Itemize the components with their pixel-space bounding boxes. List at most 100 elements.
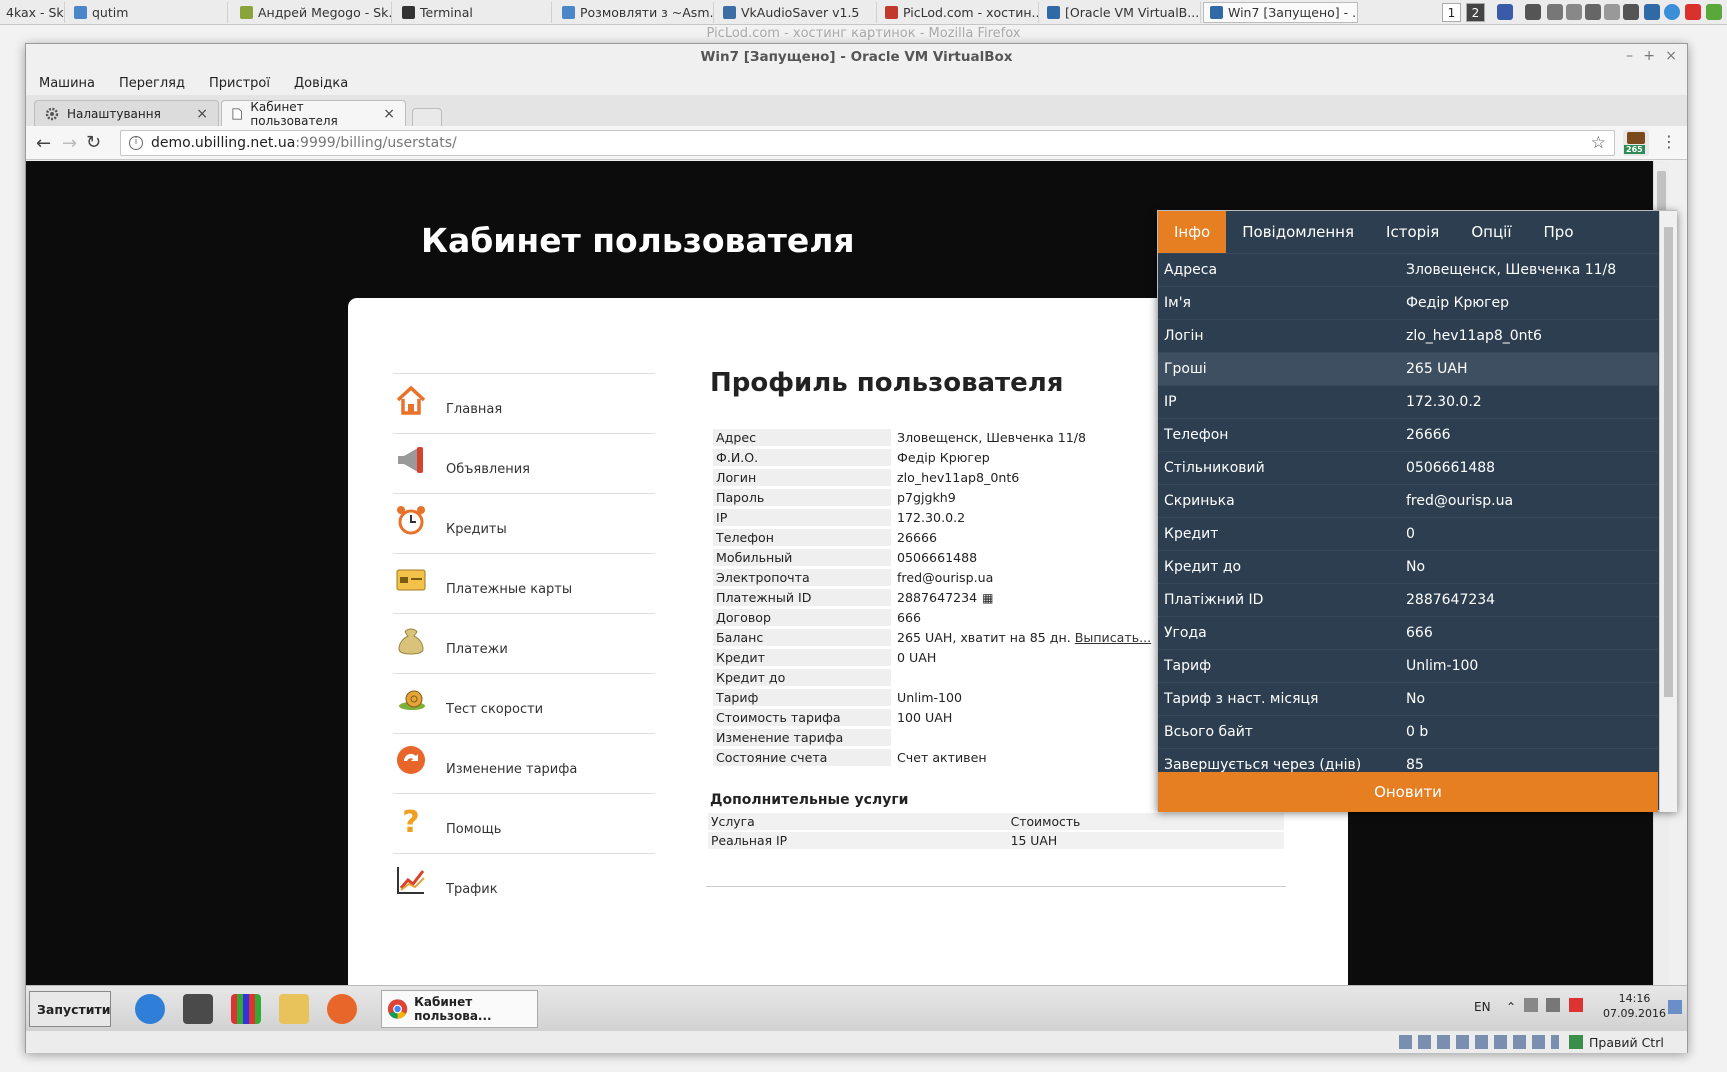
host-task[interactable]: [Oracle VM VirtualB...: [1041, 2, 1201, 23]
clock[interactable]: 14:16 07.09.2016: [1603, 991, 1666, 1021]
clipboard-icon[interactable]: [1566, 4, 1582, 20]
popup-field-value: Федір Крюгер: [1406, 295, 1510, 311]
nav-item-announcements[interactable]: Объявления: [393, 433, 655, 493]
popup-tabs: Інфо Повідомлення Історія Опції Про: [1158, 211, 1658, 253]
popup-tab-info[interactable]: Інфо: [1158, 211, 1227, 253]
profile-field-label: Договор: [713, 609, 891, 626]
popup-scrollbar[interactable]: [1659, 211, 1677, 812]
profile-field-value: Федір Крюгер: [897, 450, 990, 465]
virtualbox-icon: [1047, 6, 1060, 19]
host-task[interactable]: PicLod.com - хостин...: [879, 2, 1039, 23]
back-icon[interactable]: ←: [36, 133, 51, 154]
record-icon[interactable]: [1685, 4, 1701, 20]
ie-icon[interactable]: [135, 994, 165, 1024]
profile-field-label: Состояние счета: [713, 749, 891, 766]
clock-time: 14:16: [1618, 992, 1651, 1005]
host-task[interactable]: Андрей Megogo - Sk...: [234, 2, 392, 23]
workspace-2[interactable]: 2: [1466, 3, 1485, 22]
camera-icon[interactable]: [1525, 4, 1541, 20]
start-button[interactable]: Запустити: [29, 991, 111, 1027]
host-task[interactable]: Розмовляти з ~Asm...: [556, 2, 714, 23]
shield-icon[interactable]: [1706, 4, 1722, 20]
profile-field-label: Мобильный: [713, 549, 891, 566]
folder-icon[interactable]: [279, 994, 309, 1024]
qr-code-icon[interactable]: ▦: [982, 591, 993, 605]
new-tab-button[interactable]: [412, 108, 442, 126]
show-desktop-button[interactable]: [1668, 1000, 1682, 1014]
gear-icon: [45, 107, 59, 120]
popup-info-row: Тариф з наст. місяця No: [1158, 682, 1658, 715]
profile-heading: Профиль пользователя: [710, 368, 1064, 398]
apps-icon[interactable]: [231, 994, 261, 1024]
display-icon[interactable]: [1604, 4, 1620, 20]
address-bar[interactable]: i demo.ubilling.net.ua:9999/billing/user…: [120, 130, 1615, 156]
sublime-icon[interactable]: [183, 994, 213, 1024]
tab-settings[interactable]: Налаштування ×: [34, 100, 219, 126]
tray-expand-icon[interactable]: ⌃: [1506, 1000, 1516, 1014]
statement-link[interactable]: Выписать...: [1075, 630, 1151, 645]
nav-item-payments[interactable]: Платежи: [393, 613, 655, 673]
popup-field-label: Тариф з наст. місяця: [1164, 691, 1319, 707]
taskbar-chrome-window[interactable]: Кабинет пользова...: [381, 990, 538, 1028]
tab-user-cabinet[interactable]: Кабинет пользователя ×: [221, 100, 406, 128]
tab-close-icon[interactable]: ×: [196, 106, 208, 122]
maximize-icon[interactable]: +: [1643, 48, 1655, 64]
tab-close-icon[interactable]: ×: [383, 106, 395, 122]
popup-field-value: No: [1406, 691, 1426, 707]
flag-icon[interactable]: [1497, 4, 1513, 20]
popup-field-value: 0 b: [1406, 724, 1429, 740]
nav-item-traffic[interactable]: Трафик: [393, 853, 655, 913]
nav-item-help[interactable]: ? Помощь: [393, 793, 655, 853]
info-icon[interactable]: i: [129, 136, 143, 150]
vk-tray-icon[interactable]: [1644, 4, 1660, 20]
telegram-icon[interactable]: [1664, 4, 1680, 20]
device-status-icons[interactable]: [1399, 1035, 1559, 1049]
host-task[interactable]: Terminal: [396, 2, 552, 23]
extension-popup: Інфо Повідомлення Історія Опції Про Адре…: [1157, 210, 1677, 812]
firefox-icon[interactable]: [327, 994, 357, 1024]
popup-info-row: Ім'я Федір Крюгер: [1158, 286, 1658, 319]
menu-devices[interactable]: Пристрої: [209, 76, 270, 91]
nav-item-home[interactable]: Главная: [393, 373, 655, 433]
nav-item-speed-test[interactable]: Тест скорости: [393, 673, 655, 733]
menu-view[interactable]: Перегляд: [119, 76, 185, 91]
popup-tab-messages[interactable]: Повідомлення: [1226, 211, 1370, 253]
profile-field-label: Баланс: [713, 629, 891, 646]
profile-field-label: Тариф: [713, 689, 891, 706]
bookmark-star-icon[interactable]: ☆: [1591, 133, 1606, 153]
music-icon[interactable]: [1623, 4, 1639, 20]
popup-tab-about[interactable]: Про: [1528, 211, 1590, 253]
close-icon[interactable]: ×: [1665, 48, 1677, 64]
volume-icon[interactable]: [1524, 998, 1538, 1012]
popup-tab-history[interactable]: Історія: [1370, 211, 1455, 253]
host-task-active[interactable]: Win7 [Запущено] - ...: [1203, 2, 1358, 23]
forward-icon[interactable]: →: [62, 133, 77, 154]
popup-tab-options[interactable]: Опції: [1455, 211, 1527, 253]
language-indicator[interactable]: EN: [1474, 1000, 1491, 1014]
table-row: Электропочта fred@ourisp.ua: [713, 569, 1154, 586]
profile-field-label: Пароль: [713, 489, 891, 506]
chrome-menu-icon[interactable]: ⋮: [1661, 132, 1677, 151]
arrows-icon[interactable]: [1547, 4, 1563, 20]
ubilling-extension-button[interactable]: 265: [1623, 130, 1649, 156]
reload-icon[interactable]: ↻: [86, 132, 101, 153]
network-error-icon[interactable]: [1569, 998, 1583, 1012]
menu-help[interactable]: Довідка: [294, 76, 348, 91]
nav-item-payment-cards[interactable]: Платежные карты: [393, 553, 655, 613]
popup-scrollbar-thumb[interactable]: [1664, 227, 1673, 697]
profile-field-value: [894, 729, 1154, 746]
profile-field-value: Unlim-100: [897, 690, 963, 705]
host-task[interactable]: 4kax - Sk...: [0, 2, 65, 23]
minimize-icon[interactable]: –: [1626, 48, 1633, 64]
nav-item-credits[interactable]: Кредиты: [393, 493, 655, 553]
nav-item-change-tariff[interactable]: Изменение тарифа: [393, 733, 655, 793]
menu-machine[interactable]: Машина: [39, 76, 95, 91]
display-tray-icon[interactable]: [1546, 998, 1560, 1012]
host-task[interactable]: VkAudioSaver v1.5: [717, 2, 877, 23]
workspace-1[interactable]: 1: [1442, 3, 1461, 22]
popup-field-label: Угода: [1164, 625, 1207, 641]
refresh-button[interactable]: Оновити: [1158, 772, 1658, 812]
network-icon[interactable]: [1585, 4, 1601, 20]
profile-field-value: fred@ourisp.ua: [897, 570, 994, 585]
host-task[interactable]: qutim: [68, 2, 228, 23]
